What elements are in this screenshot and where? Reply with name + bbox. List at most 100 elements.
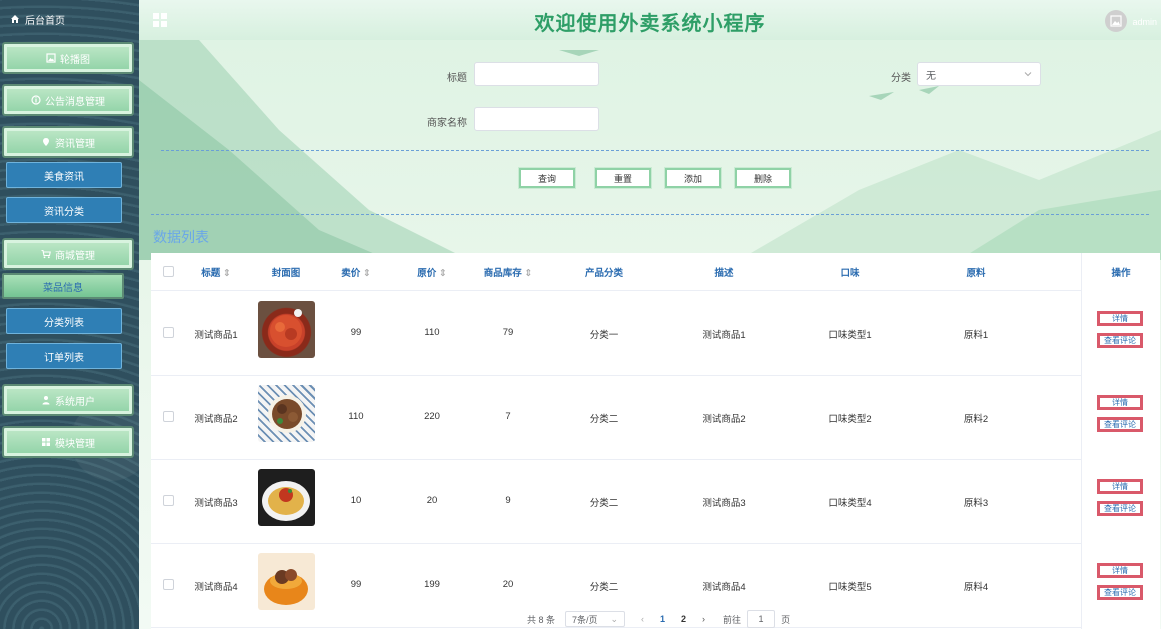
sidebar-item-label: 轮播图: [60, 54, 90, 66]
sidebar: 后台首页 轮播图 公告消息管理 资讯管理 美食资讯 资讯分类 商城管理 菜品信息…: [0, 0, 139, 629]
avatar[interactable]: [1105, 10, 1127, 32]
table-header: 标题 ⇕ 封面图 卖价 ⇕ 原价 ⇕ 商品库存 ⇕ 产品分类 描述 口味 原料: [151, 253, 1159, 291]
row-checkbox[interactable]: [163, 495, 174, 506]
category-label: 分类: [891, 73, 911, 84]
cell-original: 199: [424, 579, 440, 590]
username[interactable]: admin: [1132, 17, 1157, 27]
select-all-checkbox[interactable]: [163, 266, 174, 277]
category-select[interactable]: 无: [917, 62, 1041, 86]
cell-title: 测试商品1: [194, 330, 238, 341]
goto-suffix: 页: [781, 614, 791, 625]
food-crayfish-image: [258, 301, 315, 358]
cell-material: 原料3: [963, 498, 989, 509]
detail-button[interactable]: 详情: [1097, 395, 1143, 410]
user-icon: [42, 396, 50, 405]
category-select-value: 无: [926, 70, 936, 82]
column-header-stock[interactable]: 商品库存 ⇕: [476, 265, 540, 279]
pagination: 共 8 条 7条/页 ⌄ ‹ 1 2 › 前往 1 页: [527, 610, 790, 628]
row-checkbox[interactable]: [163, 411, 174, 422]
sidebar-item-users[interactable]: 系统用户: [2, 384, 134, 416]
sidebar-item-label: 菜品信息: [43, 282, 83, 294]
cell-stock: 20: [502, 579, 514, 590]
food-pumpkin-image: [258, 553, 315, 610]
sidebar-item-label: 模块管理: [55, 438, 95, 450]
sidebar-item-orders[interactable]: 订单列表: [6, 343, 122, 369]
food-beef-image: [258, 385, 315, 442]
grid-icon: [42, 438, 50, 446]
cell-desc: 测试商品3: [702, 498, 746, 509]
cell-flavor: 口味类型4: [828, 498, 872, 509]
cell-stock: 79: [502, 327, 514, 338]
page-number[interactable]: 1: [660, 614, 665, 624]
cell-desc: 测试商品2: [702, 414, 746, 425]
column-header-material: 原料: [966, 268, 986, 279]
cell-desc: 测试商品1: [702, 330, 746, 341]
next-page-icon[interactable]: ›: [702, 614, 705, 624]
prev-page-icon[interactable]: ‹: [641, 614, 644, 624]
sidebar-item-news[interactable]: 资讯管理: [2, 126, 134, 158]
main-content: 标题 分类 无 商家名称 查询 重置 添加 删除 数据列表 标题 ⇕ 封面图 卖…: [139, 40, 1161, 629]
view-comments-button[interactable]: 查看评论: [1097, 585, 1143, 600]
sidebar-item-news-category[interactable]: 资讯分类: [6, 197, 122, 223]
merchant-label: 商家名称: [427, 118, 467, 129]
chevron-down-icon: [1024, 72, 1032, 77]
column-header-flavor: 口味: [840, 268, 860, 279]
top-header: 欢迎使用外卖系统小程序 admin: [139, 0, 1161, 40]
merchant-input[interactable]: [474, 107, 599, 131]
view-comments-button[interactable]: 查看评论: [1097, 333, 1143, 348]
sidebar-item-shop[interactable]: 商城管理: [2, 238, 134, 270]
detail-button[interactable]: 详情: [1097, 479, 1143, 494]
app-title: 欢迎使用外卖系统小程序: [534, 13, 766, 35]
cell-material: 原料4: [963, 582, 989, 593]
cell-category: 分类二: [589, 498, 619, 509]
view-comments-button[interactable]: 查看评论: [1097, 501, 1143, 516]
cell-title: 测试商品2: [194, 414, 238, 425]
row-checkbox[interactable]: [163, 327, 174, 338]
query-button[interactable]: 查询: [519, 168, 575, 188]
cell-price: 99: [350, 579, 362, 590]
reset-button[interactable]: 重置: [595, 168, 651, 188]
delete-button[interactable]: 删除: [735, 168, 791, 188]
sidebar-item-label: 商城管理: [55, 250, 95, 262]
sort-icon: ⇕: [438, 268, 447, 279]
cell-original: 20: [426, 495, 438, 506]
column-header-desc: 描述: [714, 268, 734, 279]
table-row: 测试商品1 99 110 79 分类一 测试商品1 口味类型1 原料1: [151, 291, 1159, 376]
title-input[interactable]: [474, 62, 599, 86]
page-number[interactable]: 2: [681, 614, 686, 624]
image-icon: [1110, 15, 1122, 27]
cell-flavor: 口味类型2: [828, 414, 872, 425]
detail-button[interactable]: 详情: [1097, 563, 1143, 578]
operation-column: 操作 详情 查看评论 详情 查看评论 详情 查看评论 详情 查看评论: [1081, 253, 1160, 629]
goto-prefix: 前往: [723, 614, 742, 625]
sidebar-item-carousel[interactable]: 轮播图: [2, 42, 134, 74]
cell-category: 分类一: [589, 330, 619, 341]
sidebar-item-food-news[interactable]: 美食资讯: [6, 162, 122, 188]
food-pasta-image: [258, 469, 315, 526]
detail-button[interactable]: 详情: [1097, 311, 1143, 326]
view-comments-button[interactable]: 查看评论: [1097, 417, 1143, 432]
column-label: 商品库存: [483, 268, 522, 279]
image-icon: [46, 53, 56, 63]
column-header-original[interactable]: 原价 ⇕: [407, 265, 457, 279]
sort-icon: ⇕: [362, 268, 371, 279]
row-checkbox[interactable]: [163, 579, 174, 590]
sidebar-home[interactable]: 后台首页: [10, 10, 65, 28]
column-header-price[interactable]: 卖价 ⇕: [331, 265, 381, 279]
cell-price: 110: [348, 411, 364, 422]
sidebar-item-modules[interactable]: 模块管理: [2, 426, 134, 458]
sidebar-item-category-list[interactable]: 分类列表: [6, 308, 122, 334]
home-icon: [11, 15, 19, 23]
goto-page-input[interactable]: 1: [747, 610, 776, 628]
column-header-category: 产品分类: [584, 268, 623, 279]
column-header-title[interactable]: 标题 ⇕: [191, 265, 241, 279]
add-button[interactable]: 添加: [665, 168, 721, 188]
sidebar-item-label: 系统用户: [55, 396, 95, 408]
cell-original: 110: [424, 327, 440, 338]
page-size-select[interactable]: 7条/页 ⌄: [565, 611, 626, 627]
sidebar-item-notice[interactable]: 公告消息管理: [2, 84, 134, 116]
column-header-cover: 封面图: [271, 268, 301, 279]
cell-original: 220: [424, 411, 440, 422]
column-label: 标题: [201, 268, 221, 279]
sidebar-item-dishes[interactable]: 菜品信息: [2, 273, 124, 299]
